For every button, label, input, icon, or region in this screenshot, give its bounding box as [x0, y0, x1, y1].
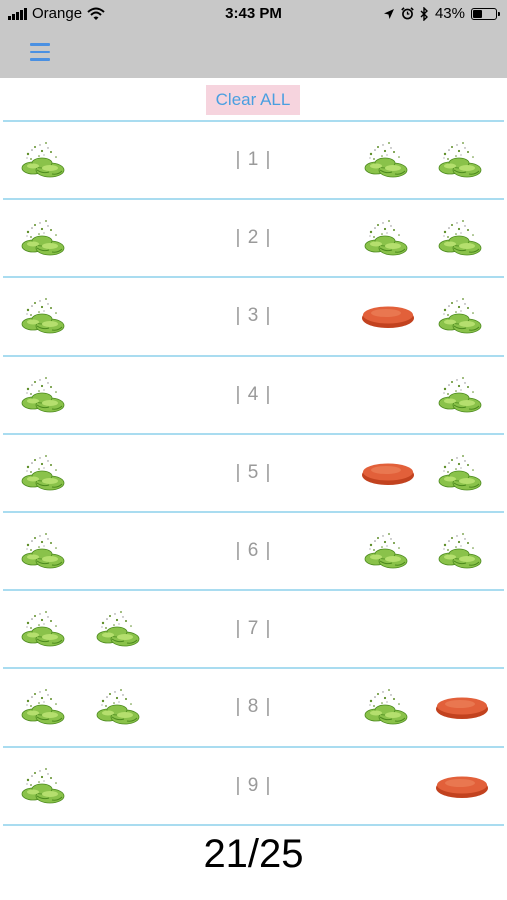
score-row-7: | 7 | [0, 591, 507, 667]
score-row-5: | 5 | [0, 435, 507, 511]
whole-clay-target-icon[interactable] [361, 290, 415, 340]
score-row-2: | 2 | [0, 200, 507, 276]
row-number-label: | 5 | [235, 461, 272, 483]
broken-clay-target-icon[interactable] [435, 212, 489, 262]
broken-clay-target-icon[interactable] [18, 760, 72, 810]
whole-clay-target-icon[interactable] [361, 447, 415, 497]
status-bar: Orange 3:43 PM 43% [0, 0, 507, 28]
row-number-label: | 1 | [235, 149, 272, 170]
score-total: 21/25 [203, 832, 304, 876]
broken-clay-target-icon[interactable] [18, 525, 72, 575]
score-row-6: | 6 | [0, 513, 507, 589]
clear-row: Clear ALL [0, 80, 507, 120]
empty-target-slot[interactable] [361, 603, 415, 653]
broken-clay-target-icon[interactable] [435, 369, 489, 419]
row-separator [3, 823, 504, 826]
location-arrow-icon [383, 8, 394, 19]
broken-clay-target-icon[interactable] [435, 134, 489, 184]
empty-target-slot[interactable] [361, 369, 415, 419]
score-row-1: | 1 | [0, 122, 507, 198]
broken-clay-target-icon[interactable] [361, 134, 415, 184]
score-row-8: | 8 | [0, 669, 507, 745]
broken-clay-target-icon[interactable] [435, 525, 489, 575]
broken-clay-target-icon[interactable] [93, 681, 147, 731]
nav-bar [0, 28, 507, 78]
broken-clay-target-icon[interactable] [18, 290, 72, 340]
status-right: 43% [383, 5, 500, 22]
empty-target-slot[interactable] [93, 290, 147, 340]
whole-clay-target-icon[interactable] [435, 681, 489, 731]
row-number-label: | 6 | [235, 540, 272, 561]
empty-target-slot[interactable] [93, 525, 147, 575]
battery-percent: 43% [434, 5, 465, 22]
row-number-label: | 7 | [235, 618, 272, 640]
battery-icon [471, 7, 500, 20]
broken-clay-target-icon[interactable] [18, 134, 72, 184]
broken-clay-target-icon[interactable] [93, 603, 147, 653]
empty-target-slot[interactable] [361, 760, 415, 810]
empty-target-slot[interactable] [93, 760, 147, 810]
score-row-3: | 3 | [0, 278, 507, 354]
broken-clay-target-icon[interactable] [361, 212, 415, 262]
score-row-9: | 9 | [0, 748, 507, 824]
hamburger-menu-icon[interactable] [30, 38, 58, 66]
empty-target-slot[interactable] [93, 134, 147, 184]
broken-clay-target-icon[interactable] [18, 603, 72, 653]
bluetooth-icon [420, 6, 428, 21]
empty-target-slot[interactable] [435, 603, 489, 653]
broken-clay-target-icon[interactable] [435, 290, 489, 340]
empty-target-slot[interactable] [93, 369, 147, 419]
battery-level [473, 9, 483, 18]
row-number-label: | 8 | [235, 696, 272, 718]
clear-all-button[interactable]: Clear ALL [206, 85, 300, 115]
alarm-clock-icon [401, 7, 414, 20]
broken-clay-target-icon[interactable] [18, 212, 72, 262]
score-row-4: | 4 | [0, 357, 507, 433]
row-number-label: | 4 | [235, 383, 272, 405]
empty-target-slot[interactable] [93, 447, 147, 497]
broken-clay-target-icon[interactable] [435, 447, 489, 497]
broken-clay-target-icon[interactable] [18, 369, 72, 419]
broken-clay-target-icon[interactable] [18, 447, 72, 497]
broken-clay-target-icon[interactable] [18, 681, 72, 731]
broken-clay-target-icon[interactable] [361, 681, 415, 731]
empty-target-slot[interactable] [93, 212, 147, 262]
row-number-label: | 9 | [235, 774, 272, 796]
broken-clay-target-icon[interactable] [361, 525, 415, 575]
whole-clay-target-icon[interactable] [435, 760, 489, 810]
row-number-label: | 3 | [235, 305, 272, 327]
row-number-label: | 2 | [235, 227, 272, 249]
